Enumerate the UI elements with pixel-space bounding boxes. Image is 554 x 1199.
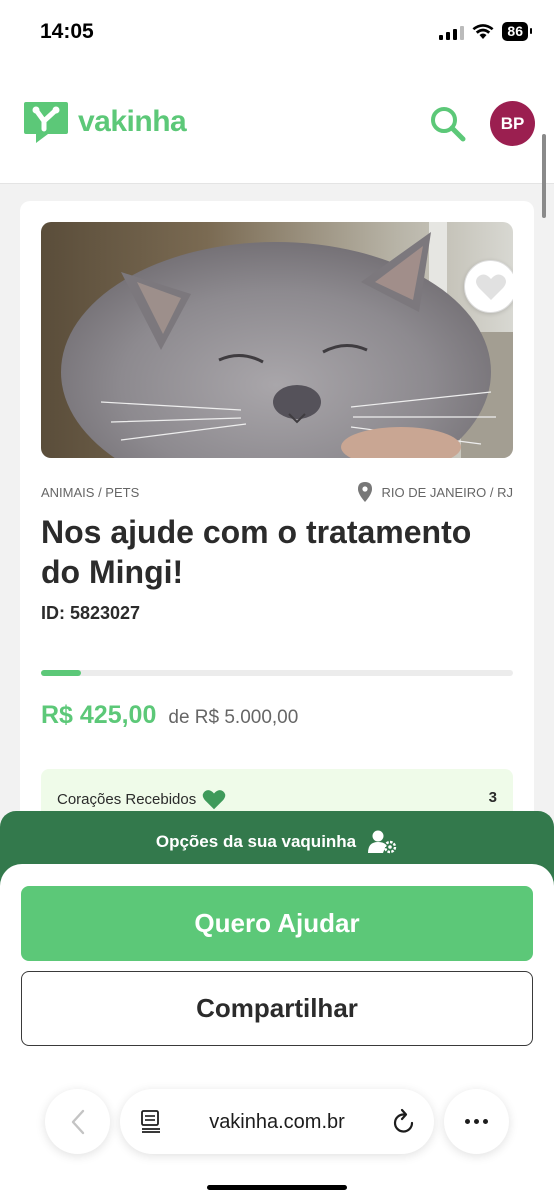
share-button[interactable]: Compartilhar (21, 971, 533, 1046)
favorite-button[interactable] (464, 260, 513, 313)
browser-toolbar: vakinha.com.br (0, 1078, 554, 1199)
green-heart-icon (203, 790, 226, 810)
campaign-id: ID: 5823027 (41, 603, 141, 623)
location-pin-icon (357, 482, 372, 502)
status-time: 14:05 (40, 20, 94, 43)
funding-progress-fill (41, 670, 82, 676)
vakinha-logo-icon (24, 102, 68, 143)
heart-icon (475, 274, 506, 300)
amount-goal: de R$ 5.000,00 (168, 707, 299, 728)
more-dot-icon (483, 1119, 488, 1124)
funding-progress-bar (41, 670, 513, 676)
user-settings-icon (368, 830, 397, 854)
status-icons: 86 (439, 22, 532, 41)
chevron-left-icon (71, 1109, 84, 1134)
scrollbar (542, 134, 546, 218)
cellular-signal-icon (439, 24, 465, 40)
hearts-received: Corações Recebidos (57, 789, 226, 810)
hearts-count: 3 (488, 789, 497, 806)
search-button[interactable] (428, 104, 468, 144)
search-icon (431, 107, 466, 142)
reload-icon[interactable] (392, 1108, 416, 1134)
category-label[interactable]: ANIMAIS / PETS (41, 485, 139, 500)
more-options-button[interactable] (444, 1089, 509, 1154)
options-label: Opções da sua vaquinha (155, 832, 357, 851)
funding-amounts: R$ 425,00 de R$ 5.000,00 (41, 701, 298, 730)
battery-indicator: 86 (502, 22, 532, 41)
more-dot-icon (474, 1119, 479, 1124)
campaign-photo[interactable] (41, 222, 513, 458)
user-avatar[interactable]: BP (490, 101, 535, 146)
more-dot-icon (465, 1119, 470, 1124)
site-header: vakinha BP (0, 66, 554, 218)
logo-text: vakinha (78, 105, 187, 138)
wifi-icon (472, 23, 494, 39)
url-text: vakinha.com.br (209, 1111, 345, 1133)
location: RIO DE JANEIRO / RJ (357, 482, 513, 502)
hearts-received-label: Corações Recebidos (57, 791, 197, 808)
campaign-meta: ANIMAIS / PETS RIO DE JANEIRO / RJ (41, 482, 513, 502)
campaign-card: ANIMAIS / PETS RIO DE JANEIRO / RJ Nos a… (20, 201, 534, 861)
options-toggle[interactable]: Opções da sua vaquinha (0, 829, 554, 855)
vakinha-logo[interactable]: vakinha (22, 100, 187, 144)
location-label: RIO DE JANEIRO / RJ (381, 484, 513, 500)
campaign-title: Nos ajude com o tratamento do Mingi! (41, 514, 472, 590)
back-button[interactable] (45, 1089, 110, 1154)
amount-raised: R$ 425,00 (41, 701, 157, 729)
home-indicator (207, 1185, 347, 1190)
address-bar[interactable]: vakinha.com.br (120, 1089, 434, 1154)
status-bar: 14:05 86 (0, 0, 554, 66)
cat-photo (41, 222, 513, 458)
help-button[interactable]: Quero Ajudar (21, 886, 533, 961)
